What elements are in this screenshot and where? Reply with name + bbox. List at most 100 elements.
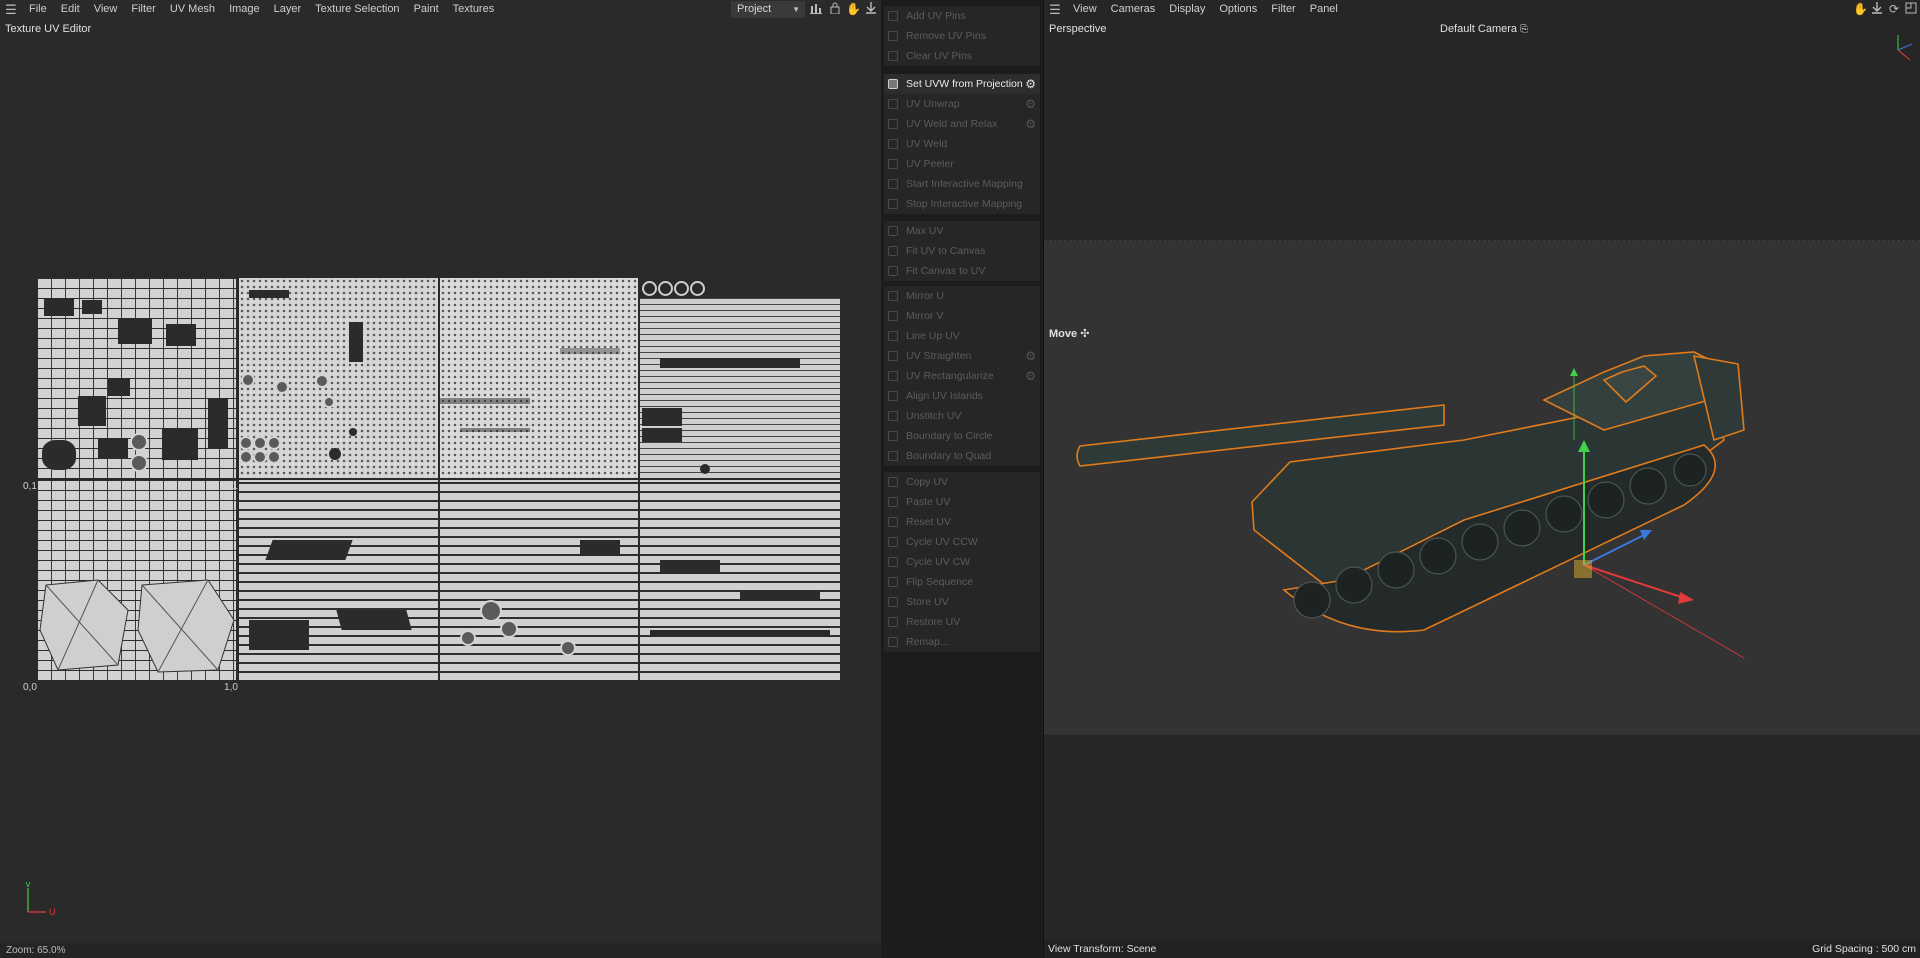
uv-menu-view[interactable]: View	[87, 0, 125, 19]
uv-menu-filter[interactable]: Filter	[124, 0, 162, 19]
command-mirror-u[interactable]: Mirror U	[884, 286, 1040, 306]
lineup-icon	[888, 331, 898, 341]
command-uv-peeler[interactable]: UV Peeler	[884, 154, 1040, 174]
uv-menu-file[interactable]: File	[22, 0, 54, 19]
command-uv-unwrap[interactable]: UV Unwrap ⚙	[884, 94, 1040, 114]
uv-command-group: Set UVW from Projection ⚙ UV Unwrap ⚙ UV Wel…	[884, 74, 1040, 154]
command-uv-weld[interactable]: UV Weld	[884, 134, 1040, 154]
uv-menu-layer[interactable]: Layer	[267, 0, 309, 19]
uv-island-ring	[658, 281, 673, 296]
grid-spacing-status: Grid Spacing : 500 cm	[1812, 943, 1916, 955]
command-label: Paste UV	[906, 496, 951, 508]
command-cycle-uv-ccw[interactable]: Cycle UV CCW	[884, 532, 1040, 552]
command-set-uvw-from-projection[interactable]: Set UVW from Projection ⚙	[884, 74, 1040, 94]
unwrap-icon	[888, 99, 898, 109]
uv-menu-paint[interactable]: Paint	[407, 0, 446, 19]
command-fit-uv-to-canvas[interactable]: Fit UV to Canvas	[884, 241, 1040, 261]
command-unstitch-uv[interactable]: Unstitch UV	[884, 406, 1040, 426]
uv-menu-texture-selection[interactable]: Texture Selection	[308, 0, 406, 19]
command-reset-uv[interactable]: Reset UV	[884, 512, 1040, 532]
command-label: Clear UV Pins	[906, 50, 972, 62]
fit-canvas-icon	[888, 266, 898, 276]
uv-island-ring	[642, 281, 657, 296]
command-label: Remove UV Pins	[906, 30, 986, 42]
rectangularize-icon	[888, 371, 898, 381]
uv-command-group: Copy UV Paste UV Reset UV Cycle UV CCW Cycle…	[884, 472, 1040, 652]
project-select[interactable]: Project ▼	[731, 1, 805, 18]
pan-hand-icon[interactable]: ✋	[846, 2, 861, 16]
uv-axis-gizmo: U V	[24, 879, 58, 919]
dolly-icon[interactable]	[864, 2, 878, 16]
command-label: Store UV	[906, 596, 949, 608]
play-icon	[888, 179, 898, 189]
command-restore-uv[interactable]: Restore UV	[884, 612, 1040, 632]
remap-icon	[888, 637, 898, 647]
uv-menu-uv-mesh[interactable]: UV Mesh	[163, 0, 222, 19]
command-add-uv-pins[interactable]: Add UV Pins	[884, 6, 1040, 26]
command-copy-uv[interactable]: Copy UV	[884, 472, 1040, 492]
tank-model[interactable]	[1044, 0, 1920, 958]
uv-command-group: UV Peeler Start Interactive Mapping Stop I…	[884, 154, 1040, 214]
project-select-value: Project	[737, 3, 772, 15]
reset-icon	[888, 517, 898, 527]
viewport-status-bar: View Transform: Scene Grid Spacing : 500…	[1044, 941, 1920, 958]
command-flip-sequence[interactable]: Flip Sequence	[884, 572, 1040, 592]
svg-text:U: U	[49, 907, 56, 916]
gear-icon[interactable]: ⚙	[1025, 97, 1036, 111]
command-mirror-v[interactable]: Mirror V	[884, 306, 1040, 326]
uv-island-ring	[690, 281, 705, 296]
command-label: Start Interactive Mapping	[906, 178, 1023, 190]
gear-icon[interactable]: ⚙	[1025, 349, 1036, 363]
command-uv-weld-and-relax[interactable]: UV Weld and Relax ⚙	[884, 114, 1040, 134]
command-label: Line Up UV	[906, 330, 960, 342]
stop-icon	[888, 199, 898, 209]
uv-command-palette: Add UV Pins Remove UV Pins Clear UV Pins Se…	[881, 0, 1042, 958]
gear-icon[interactable]: ⚙	[1025, 117, 1036, 131]
command-start-interactive-mapping[interactable]: Start Interactive Mapping	[884, 174, 1040, 194]
uv-menu-image[interactable]: Image	[222, 0, 267, 19]
uv-island-ring	[674, 281, 689, 296]
uv-command-group: Mirror U Mirror V Line Up UV UV Straighten ⚙…	[884, 286, 1040, 466]
command-align-uv-islands[interactable]: Align UV Islands	[884, 386, 1040, 406]
command-label: Unstitch UV	[906, 410, 962, 422]
store-icon	[888, 597, 898, 607]
uv-canvas[interactable]	[38, 278, 842, 680]
svg-text:V: V	[25, 882, 31, 889]
command-cycle-uv-cw[interactable]: Cycle UV CW	[884, 552, 1040, 572]
pin-icon	[888, 11, 898, 21]
uv-command-group: Max UV Fit UV to Canvas Fit Canvas to UV	[884, 221, 1040, 281]
command-remap[interactable]: Remap...	[884, 632, 1040, 652]
command-paste-uv[interactable]: Paste UV	[884, 492, 1040, 512]
command-uv-straighten[interactable]: UV Straighten ⚙	[884, 346, 1040, 366]
command-store-uv[interactable]: Store UV	[884, 592, 1040, 612]
command-label: UV Peeler	[906, 158, 954, 170]
command-max-uv[interactable]: Max UV	[884, 221, 1040, 241]
gear-icon[interactable]: ⚙	[1025, 369, 1036, 383]
uv-status-bar: Zoom: 65.0%	[0, 943, 881, 958]
command-label: Stop Interactive Mapping	[906, 198, 1023, 210]
command-remove-uv-pins[interactable]: Remove UV Pins	[884, 26, 1040, 46]
command-boundary-to-circle[interactable]: Boundary to Circle	[884, 426, 1040, 446]
command-label: Set UVW from Projection	[906, 78, 1023, 90]
command-boundary-to-quad[interactable]: Boundary to Quad	[884, 446, 1040, 466]
cw-icon	[888, 557, 898, 567]
uv-editor-pane: ☰ File Edit View Filter UV Mesh Image Layer Tex…	[0, 0, 881, 958]
lock-icon[interactable]	[828, 2, 842, 16]
hamburger-menu-icon[interactable]: ☰	[0, 0, 22, 19]
gear-icon[interactable]: ⚙	[1025, 77, 1036, 91]
histogram-icon[interactable]	[809, 2, 823, 16]
command-uv-rectangularize[interactable]: UV Rectangularize ⚙	[884, 366, 1040, 386]
command-label: UV Unwrap	[906, 98, 960, 110]
zoom-status: Zoom: 65.0%	[6, 945, 66, 956]
uv-menu-textures[interactable]: Textures	[446, 0, 502, 19]
command-stop-interactive-mapping[interactable]: Stop Interactive Mapping	[884, 194, 1040, 214]
command-line-up-uv[interactable]: Line Up UV	[884, 326, 1040, 346]
command-label: Cycle UV CCW	[906, 536, 978, 548]
max-icon	[888, 226, 898, 236]
flip-icon	[888, 577, 898, 587]
uv-menu-edit[interactable]: Edit	[54, 0, 87, 19]
command-fit-canvas-to-uv[interactable]: Fit Canvas to UV	[884, 261, 1040, 281]
command-label: Max UV	[906, 225, 944, 237]
command-clear-uv-pins[interactable]: Clear UV Pins	[884, 46, 1040, 66]
command-label: Boundary to Circle	[906, 430, 993, 442]
